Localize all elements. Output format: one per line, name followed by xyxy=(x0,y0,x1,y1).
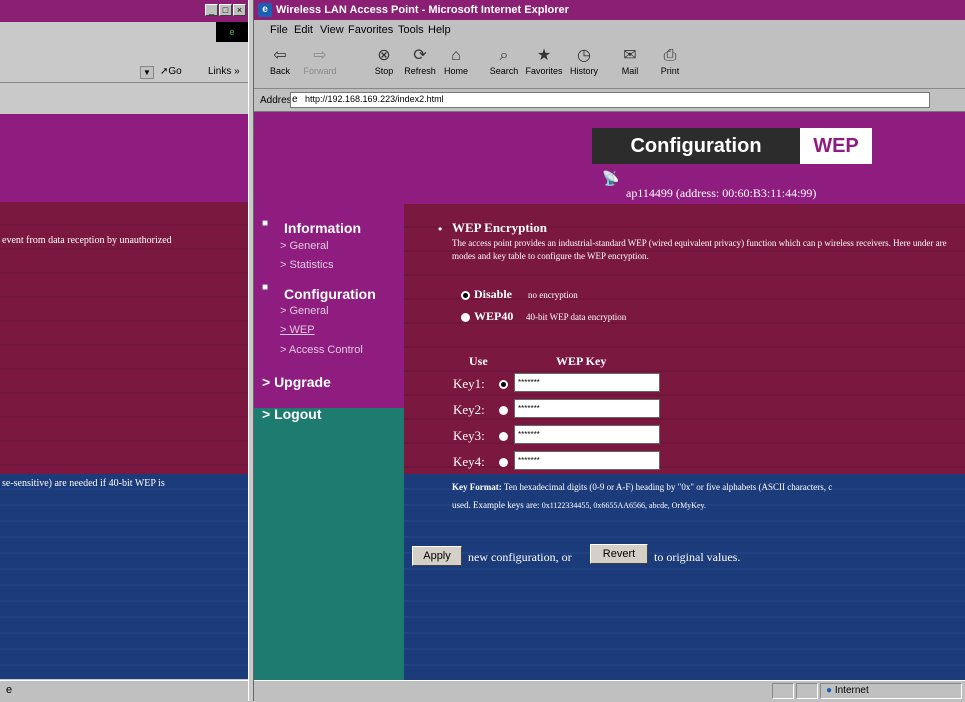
radio-wep40[interactable] xyxy=(461,313,470,322)
key2-label: Key2: xyxy=(453,402,485,417)
home-icon: ⌂ xyxy=(451,47,461,64)
access-point-icon: 📡 xyxy=(602,170,620,186)
key1-input[interactable]: ******* xyxy=(514,373,660,392)
page-icon: e xyxy=(6,684,13,696)
globe-icon: ● xyxy=(826,685,833,696)
menu-view[interactable]: View xyxy=(320,24,344,36)
background-text: event from data reception by unauthorize… xyxy=(2,235,172,246)
nav-conf-access-control[interactable]: > Access Control xyxy=(280,344,363,356)
key3-input[interactable]: ******* xyxy=(514,425,660,444)
column-use: Use xyxy=(469,354,488,368)
mode-wep40-label: WEP40 xyxy=(474,309,514,323)
key3-radio[interactable] xyxy=(499,432,508,441)
apply-button[interactable]: Apply xyxy=(412,546,462,566)
minimize-button[interactable]: _ xyxy=(205,4,218,16)
history-button[interactable]: ◷ History xyxy=(564,46,604,76)
revert-button[interactable]: Revert xyxy=(590,544,648,564)
apply-text: new configuration, or xyxy=(468,550,572,564)
refresh-icon: ⟳ xyxy=(413,47,427,64)
background-text: se-sensitive) are needed if 40-bit WEP i… xyxy=(2,478,165,489)
folder-icon: ■ xyxy=(262,282,269,293)
go-button[interactable]: ➚Go xyxy=(160,66,182,77)
menu-file[interactable]: File xyxy=(270,24,288,36)
address-dropdown-button[interactable]: ▼ xyxy=(140,66,154,79)
key-format-label: Key Format: xyxy=(452,482,502,492)
mode-disable-desc: no encryption xyxy=(528,290,578,300)
background-page-lower xyxy=(0,474,248,679)
mail-button[interactable]: ✉ Mail xyxy=(610,46,650,76)
nav-logout[interactable]: > Logout xyxy=(262,406,322,422)
page-title: Configuration xyxy=(592,128,800,164)
key2-radio[interactable] xyxy=(499,406,508,415)
nav-conf-wep[interactable]: > WEP xyxy=(280,324,315,336)
search-icon: ⌕ xyxy=(499,47,509,64)
radio-disable[interactable] xyxy=(461,291,470,300)
forward-button[interactable]: ⇨ Forward xyxy=(300,46,340,76)
mail-icon: ✉ xyxy=(623,47,637,64)
back-button[interactable]: ⇦ Back xyxy=(260,46,300,76)
nav-conf-general[interactable]: > General xyxy=(280,305,329,317)
key1-label: Key1: xyxy=(453,376,485,391)
bullet-icon: • xyxy=(438,222,443,236)
favorites-button[interactable]: ★ Favorites xyxy=(524,46,564,76)
menu-favorites[interactable]: Favorites xyxy=(348,24,393,36)
status-cell xyxy=(796,683,818,699)
example-keys: 0x1122334455, 0x6655AA6566, abcde, OrMyK… xyxy=(541,501,706,510)
key1-radio[interactable] xyxy=(499,380,508,389)
background-status-bar xyxy=(0,680,252,702)
column-wep-key: WEP Key xyxy=(556,354,607,368)
history-icon: ◷ xyxy=(577,47,591,64)
forward-arrow-icon: ⇨ xyxy=(313,47,327,64)
stop-button[interactable]: ⊗ Stop xyxy=(364,46,404,76)
key4-label: Key4: xyxy=(453,454,485,469)
example-label: used. Example keys are: xyxy=(452,500,540,510)
nav-info-general[interactable]: > General xyxy=(280,240,329,252)
ie-throbber-icon: e xyxy=(216,22,248,42)
folder-icon: ■ xyxy=(262,218,269,229)
close-button[interactable]: × xyxy=(233,4,246,16)
nav-upgrade[interactable]: > Upgrade xyxy=(262,374,331,390)
sidebar-nav xyxy=(254,204,404,425)
sidebar-filler xyxy=(254,408,404,680)
section-title: WEP Encryption xyxy=(452,220,547,235)
stop-icon: ⊗ xyxy=(377,47,391,64)
print-icon: ⎙ xyxy=(663,47,677,64)
back-arrow-icon: ⇦ xyxy=(273,47,287,64)
key4-radio[interactable] xyxy=(499,458,508,467)
background-page-banner xyxy=(0,114,248,202)
print-button[interactable]: ⎙ Print xyxy=(650,46,690,76)
ap-info: ap114499 (address: 00:60:B3:11:44:99) xyxy=(626,186,817,200)
refresh-button[interactable]: ⟳ Refresh xyxy=(400,46,440,76)
key2-input[interactable]: ******* xyxy=(514,399,660,418)
page-subtitle: WEP xyxy=(800,128,872,164)
menu-tools[interactable]: Tools xyxy=(398,24,424,36)
nav-info-statistics[interactable]: > Statistics xyxy=(280,259,334,271)
key-format-text: Ten hexadecimal digits (0-9 or A-F) head… xyxy=(503,482,833,492)
key-format-help: Key Format: Ten hexadecimal digits (0-9 … xyxy=(452,478,962,515)
page-icon: e xyxy=(292,94,298,105)
nav-configuration[interactable]: Configuration xyxy=(284,286,376,302)
key4-input[interactable]: ******* xyxy=(514,451,660,470)
nav-information[interactable]: Information xyxy=(284,220,361,236)
status-cell xyxy=(772,683,794,699)
maximize-button[interactable]: □ xyxy=(219,4,232,16)
menu-edit[interactable]: Edit xyxy=(294,24,313,36)
mode-wep40-desc: 40-bit WEP data encryption xyxy=(526,312,627,322)
status-zone: ● Internet xyxy=(826,685,869,696)
menu-help[interactable]: Help xyxy=(428,24,451,36)
home-button[interactable]: ⌂ Home xyxy=(436,46,476,76)
section-description: The access point provides an industrial-… xyxy=(452,238,947,261)
key3-label: Key3: xyxy=(453,428,485,443)
ie-logo-icon: e xyxy=(258,3,272,17)
links-button[interactable]: Links » xyxy=(208,66,240,77)
mode-disable-label: Disable xyxy=(474,287,513,301)
favorites-icon: ★ xyxy=(536,47,552,64)
search-button[interactable]: ⌕ Search xyxy=(484,46,524,76)
window-title: Wireless LAN Access Point - Microsoft In… xyxy=(276,4,569,16)
revert-text: to original values. xyxy=(654,550,741,564)
address-url: http://192.168.169.223/index2.html xyxy=(305,94,444,104)
